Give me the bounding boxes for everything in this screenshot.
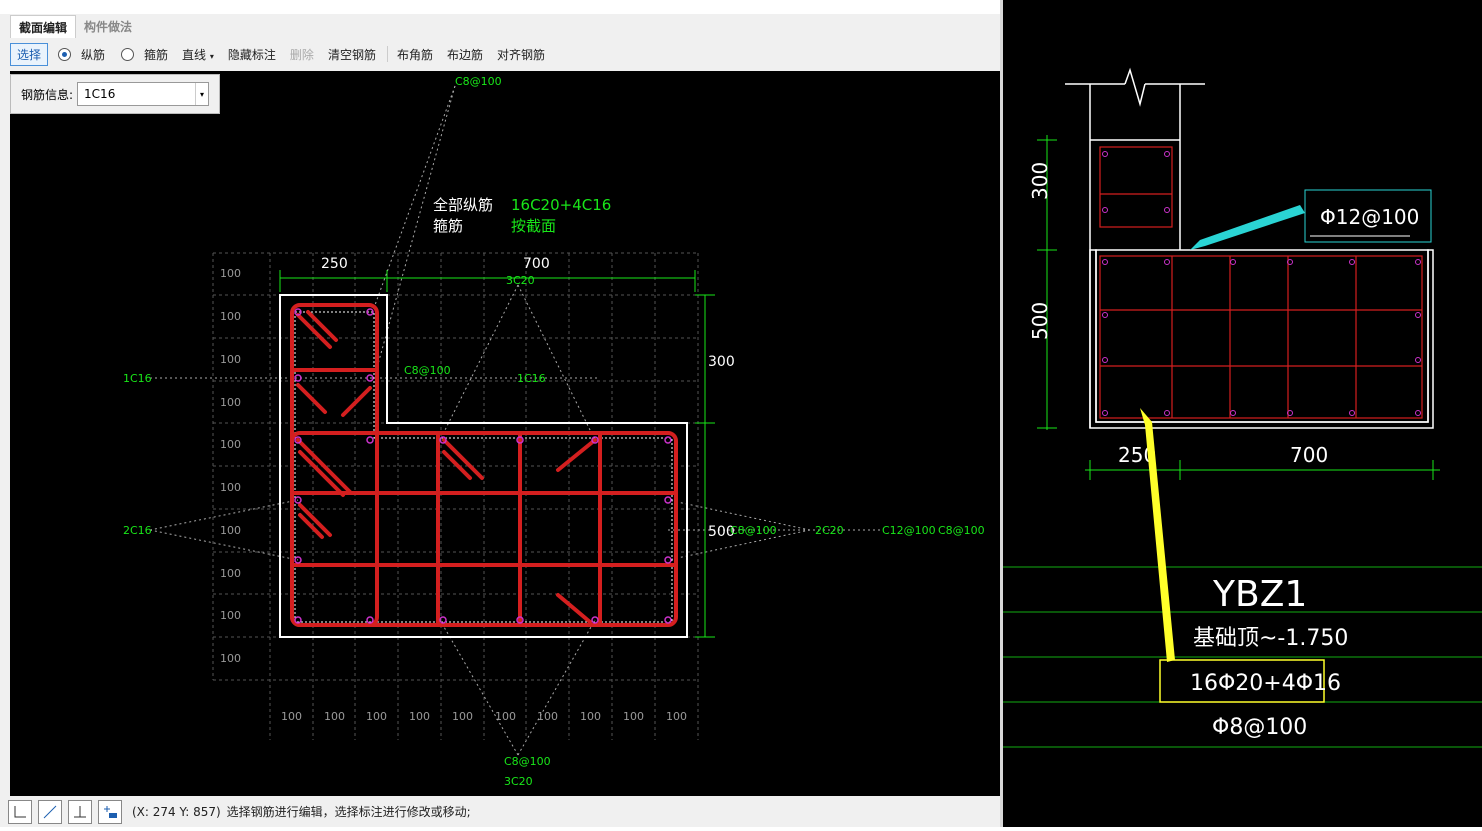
status-message: 选择钢筋进行编辑，选择标注进行修改或移动; — [226, 805, 471, 819]
cad-drawing: 300 500 250 700 Φ12@100 YBZ1 基础顶~-1.750 … — [1003, 67, 1482, 748]
snap-icon[interactable] — [98, 799, 122, 824]
grid-label: 100 — [220, 310, 241, 323]
grid-label: 100 — [409, 710, 430, 723]
grid-label: 100 — [324, 710, 345, 723]
rebar-info-combo[interactable]: 1C16 ▾ — [77, 82, 210, 106]
cad-rebar — [1099, 146, 1423, 419]
corner-rebar-button[interactable]: 布角筋 — [391, 44, 439, 65]
annotation-left-1c16: 1C16 — [123, 372, 152, 385]
grid-label: 100 — [220, 524, 241, 537]
perpendicular-icon[interactable] — [68, 799, 92, 824]
column-elevation: 基础顶~-1.750 — [1193, 626, 1348, 651]
grid-label: 100 — [220, 353, 241, 366]
rebar-info-label: 钢筋信息: — [21, 87, 74, 102]
grid-label: 100 — [366, 710, 387, 723]
cad-dim-300: 300 — [1028, 162, 1052, 200]
stirrup-summary-value: 按截面 — [511, 217, 556, 235]
grid-label: 100 — [537, 710, 558, 723]
annotation-bottom-c8: C8@100 — [504, 755, 551, 768]
ortho-icon[interactable] — [8, 799, 32, 824]
annotation-left-2c16: 2C16 — [123, 524, 152, 537]
dimension-label: 700 — [523, 256, 550, 272]
cyan-arrow-icon — [1190, 205, 1305, 250]
align-rebar-button[interactable]: 对齐钢筋 — [491, 44, 551, 65]
stirrup-label[interactable]: 箍筋 — [138, 44, 174, 65]
line-label: 直线 — [182, 47, 207, 62]
long-bars-text: 16Φ20+4Φ16 — [1190, 671, 1341, 696]
grid-label: 100 — [220, 396, 241, 409]
clear-rebar-button[interactable]: 清空钢筋 — [322, 44, 382, 65]
grid-label: 100 — [220, 267, 241, 280]
annotation-bottom-3c20: 3C20 — [504, 775, 533, 788]
edge-rebar-button[interactable]: 布边筋 — [441, 44, 489, 65]
longitudinal-label[interactable]: 纵筋 — [75, 44, 111, 65]
dimension-texts: 250 700 300 500 — [321, 256, 735, 540]
cad-dim-700: 700 — [1290, 443, 1328, 467]
grid-label: 100 — [220, 609, 241, 622]
column-name: YBZ1 — [1212, 574, 1307, 615]
grid-label: 100 — [220, 567, 241, 580]
hide-annotation-button[interactable]: 隐藏标注 — [222, 44, 282, 65]
cad-dimension-texts: 300 500 250 700 — [1028, 162, 1328, 467]
tab-component-method[interactable]: 构件做法 — [76, 15, 140, 37]
delete-button[interactable]: 删除 — [284, 44, 320, 65]
stirrup-summary-label: 箍筋 — [433, 217, 463, 235]
toolbar-divider — [386, 46, 388, 62]
chevron-down-icon[interactable]: ▾ — [195, 83, 208, 105]
annotation-mid-c8: C8@100 — [404, 364, 451, 377]
grid-label: 100 — [220, 652, 241, 665]
all-long-label: 全部纵筋 — [433, 196, 493, 214]
grid-lines — [212, 252, 699, 740]
tab-section-edit[interactable]: 截面编辑 — [10, 15, 77, 38]
status-bar: (X: 274 Y: 857) 选择钢筋进行编辑，选择标注进行修改或移动; — [0, 796, 1000, 827]
select-button[interactable]: 选择 — [10, 42, 49, 66]
rebar-info-value[interactable]: 1C16 — [78, 87, 115, 101]
section-drawing[interactable]: 100 100 100 100 100 100 100 100 100 100 … — [10, 71, 1000, 796]
cad-dim-500: 500 — [1028, 302, 1052, 340]
status-coords: (X: 274 Y: 857) — [132, 804, 221, 819]
annotation-right-c12: C12@100 — [882, 524, 936, 537]
cad-bars — [1102, 151, 1421, 416]
dimension-lines — [279, 270, 715, 638]
chevron-down-icon: ▾ — [209, 51, 214, 61]
toolbar: 选择 纵筋 箍筋 直线 ▾ 隐藏标注 删除 清空钢筋 布角筋 布边筋 对齐钢筋 — [10, 42, 1000, 66]
section-summary: 全部纵筋 16C20+4C16 箍筋 按截面 — [433, 196, 611, 235]
annotation-right-2c20: 2C20 — [815, 524, 844, 537]
grid-label: 100 — [220, 481, 241, 494]
callout-text: Φ12@100 — [1320, 205, 1419, 229]
annotation-right-c8b: C8@100 — [938, 524, 985, 537]
rebar-info-panel: 钢筋信息: 1C16 ▾ — [10, 74, 220, 114]
dimension-label: 300 — [708, 354, 735, 370]
cover-outline — [294, 311, 673, 623]
grid-label: 100 — [495, 710, 516, 723]
annotation-mid-1c16: 1C16 — [517, 372, 546, 385]
all-long-value: 16C20+4C16 — [511, 196, 611, 214]
grid-label: 100 — [281, 710, 302, 723]
grid-label: 100 — [666, 710, 687, 723]
section-canvas[interactable]: 100 100 100 100 100 100 100 100 100 100 … — [10, 71, 1000, 796]
title-strip — [0, 0, 1000, 14]
cad-drawing-panel: 300 500 250 700 Φ12@100 YBZ1 基础顶~-1.750 … — [1003, 0, 1482, 827]
tab-bar: 截面编辑 构件做法 — [10, 15, 140, 38]
longitudinal-radio[interactable] — [58, 47, 72, 61]
annotation-top-stirrup: C8@100 — [455, 75, 502, 88]
line-dropdown[interactable]: 直线 ▾ — [176, 44, 220, 65]
grid-label: 100 — [580, 710, 601, 723]
column-outline — [1065, 67, 1434, 429]
annotation-top-3c20: 3C20 — [506, 274, 535, 287]
stirrup-radio[interactable] — [121, 47, 135, 61]
angle-icon[interactable] — [38, 799, 62, 824]
grid-label: 100 — [452, 710, 473, 723]
stirrups-text: Φ8@100 — [1212, 715, 1307, 740]
grid-label: 100 — [220, 438, 241, 451]
leader-lines — [149, 85, 880, 756]
grid-label: 100 — [623, 710, 644, 723]
annotation-right-c8: C8@100 — [730, 524, 777, 537]
dimension-label: 250 — [321, 256, 348, 272]
section-editor-panel: 截面编辑 构件做法 选择 纵筋 箍筋 直线 ▾ 隐藏标注 删除 清空钢筋 布角筋… — [0, 0, 1000, 827]
